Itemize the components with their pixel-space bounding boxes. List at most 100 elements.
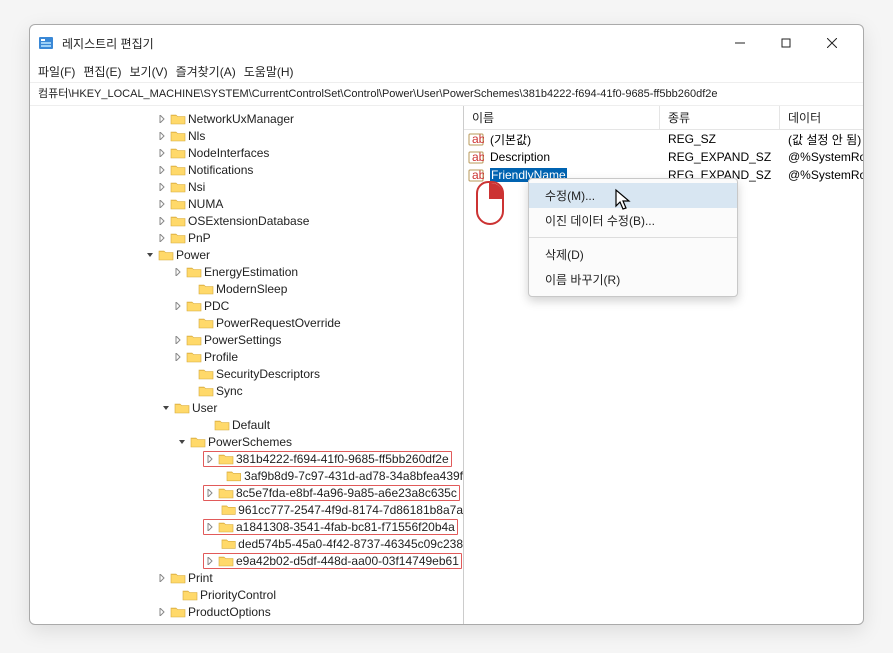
tree-item[interactable]: 8c5e7fda-e8bf-4a96-9a85-a6e23a8c635c [34, 484, 463, 501]
caret-icon[interactable] [204, 455, 216, 463]
context-menu-item[interactable]: 이름 바꾸기(R) [529, 267, 737, 292]
menu-help[interactable]: 도움말(H) [244, 63, 294, 80]
tree-item[interactable]: PDC [34, 297, 463, 314]
tree-item[interactable]: Sync [34, 382, 463, 399]
tree-item[interactable]: PowerSettings [34, 331, 463, 348]
tree-item-label: OSExtensionDatabase [188, 214, 309, 228]
address-bar[interactable]: 컴퓨터\HKEY_LOCAL_MACHINE\SYSTEM\CurrentCon… [30, 83, 863, 106]
tree-item-label: 381b4222-f694-41f0-9685-ff5bb260df2e [236, 452, 449, 466]
minimize-button[interactable] [717, 28, 763, 58]
tree-item[interactable]: a1841308-3541-4fab-bc81-f71556f20b4a [34, 518, 463, 535]
caret-icon[interactable] [156, 132, 168, 140]
caret-icon[interactable] [156, 200, 168, 208]
tree-item-label: 3af9b8d9-7c97-431d-ad78-34a8bfea439f [244, 469, 463, 483]
folder-icon [198, 316, 214, 330]
tree-item[interactable]: PowerRequestOverride [34, 314, 463, 331]
hdr-type[interactable]: 종류 [660, 106, 780, 129]
folder-icon [190, 435, 206, 449]
folder-icon [198, 384, 214, 398]
hdr-data[interactable]: 데이터 [780, 106, 863, 129]
tree-item-label: Profile [204, 350, 238, 364]
caret-icon[interactable] [156, 234, 168, 242]
menubar: 파일(F) 편집(E) 보기(V) 즐겨찾기(A) 도움말(H) [30, 61, 863, 83]
tree-item[interactable]: NUMA [34, 195, 463, 212]
caret-icon[interactable] [156, 574, 168, 582]
caret-icon[interactable] [156, 166, 168, 174]
tree-item[interactable]: PnP [34, 229, 463, 246]
tree-item[interactable]: User [34, 399, 463, 416]
tree-item[interactable]: ModernSleep [34, 280, 463, 297]
caret-icon[interactable] [172, 268, 184, 276]
folder-icon [186, 333, 202, 347]
folder-icon [214, 418, 230, 432]
caret-icon[interactable] [172, 302, 184, 310]
tree-item[interactable]: Print [34, 569, 463, 586]
tree-item[interactable]: SecurityDescriptors [34, 365, 463, 382]
tree-item[interactable]: 961cc777-2547-4f9d-8174-7d86181b8a7a [34, 501, 463, 518]
tree-item[interactable]: Profile [34, 348, 463, 365]
list-row[interactable]: abDescriptionREG_EXPAND_SZ@%SystemRoot%\ [464, 148, 863, 166]
tree-item-label: PowerSettings [204, 333, 281, 347]
tree-item-label: ProductOptions [188, 605, 271, 619]
folder-icon [170, 605, 186, 619]
tree-item[interactable]: ded574b5-45a0-4f42-8737-46345c09c238 [34, 535, 463, 552]
tree-item-label: PriorityControl [200, 588, 276, 602]
menu-file[interactable]: 파일(F) [38, 63, 75, 80]
hdr-name[interactable]: 이름 [464, 106, 660, 129]
tree-item[interactable]: PowerSchemes [34, 433, 463, 450]
caret-icon[interactable] [144, 251, 156, 259]
folder-icon [170, 571, 186, 585]
tree-item[interactable]: 381b4222-f694-41f0-9685-ff5bb260df2e [34, 450, 463, 467]
folder-icon [186, 299, 202, 313]
caret-icon[interactable] [160, 404, 172, 412]
caret-icon[interactable] [156, 149, 168, 157]
folder-icon [182, 588, 198, 602]
tree-item[interactable]: PriorityControl [34, 586, 463, 603]
caret-icon[interactable] [176, 438, 188, 446]
tree-item[interactable]: EnergyEstimation [34, 263, 463, 280]
caret-icon[interactable] [204, 523, 216, 531]
folder-icon [158, 248, 174, 262]
tree-item-label: Nsi [188, 180, 205, 194]
caret-icon[interactable] [204, 557, 216, 565]
folder-icon [218, 554, 234, 568]
folder-icon [221, 537, 236, 551]
maximize-button[interactable] [763, 28, 809, 58]
tree-item-label: 8c5e7fda-e8bf-4a96-9a85-a6e23a8c635c [236, 486, 457, 500]
tree-item-label: PDC [204, 299, 229, 313]
menu-view[interactable]: 보기(V) [129, 63, 167, 80]
caret-icon[interactable] [156, 115, 168, 123]
tree-pane[interactable]: NetworkUxManagerNlsNodeInterfacesNotific… [30, 106, 464, 624]
tree-item[interactable]: e9a42b02-d5df-448d-aa00-03f14749eb61 [34, 552, 463, 569]
tree-item[interactable]: Notifications [34, 161, 463, 178]
tree-item[interactable]: Power [34, 246, 463, 263]
tree-item[interactable]: ProductOptions [34, 603, 463, 620]
tree-item-label: Print [188, 571, 213, 585]
context-menu-item[interactable]: 삭제(D) [529, 242, 737, 267]
caret-icon[interactable] [172, 353, 184, 361]
folder-icon [170, 231, 186, 245]
caret-icon[interactable] [156, 608, 168, 616]
menu-fav[interactable]: 즐겨찾기(A) [176, 63, 236, 80]
tree-item[interactable]: 3af9b8d9-7c97-431d-ad78-34a8bfea439f [34, 467, 463, 484]
caret-icon[interactable] [156, 217, 168, 225]
tree-item[interactable]: NetworkUxManager [34, 110, 463, 127]
caret-icon[interactable] [204, 489, 216, 497]
menu-separator [529, 237, 737, 238]
tree-item-label: a1841308-3541-4fab-bc81-f71556f20b4a [236, 520, 455, 534]
tree-item[interactable]: Nls [34, 127, 463, 144]
caret-icon[interactable] [172, 336, 184, 344]
menu-edit[interactable]: 편집(E) [83, 63, 121, 80]
tree-item-label: User [192, 401, 217, 415]
cursor-icon [614, 188, 634, 215]
tree-item[interactable]: NodeInterfaces [34, 144, 463, 161]
tree-item[interactable]: Nsi [34, 178, 463, 195]
close-button[interactable] [809, 28, 855, 58]
tree-item[interactable]: Default [34, 416, 463, 433]
folder-icon [218, 520, 234, 534]
list-row[interactable]: ab(기본값)REG_SZ(값 설정 안 됨) [464, 130, 863, 148]
tree-item-label: SecurityDescriptors [216, 367, 320, 381]
folder-icon [198, 282, 214, 296]
caret-icon[interactable] [156, 183, 168, 191]
tree-item[interactable]: OSExtensionDatabase [34, 212, 463, 229]
